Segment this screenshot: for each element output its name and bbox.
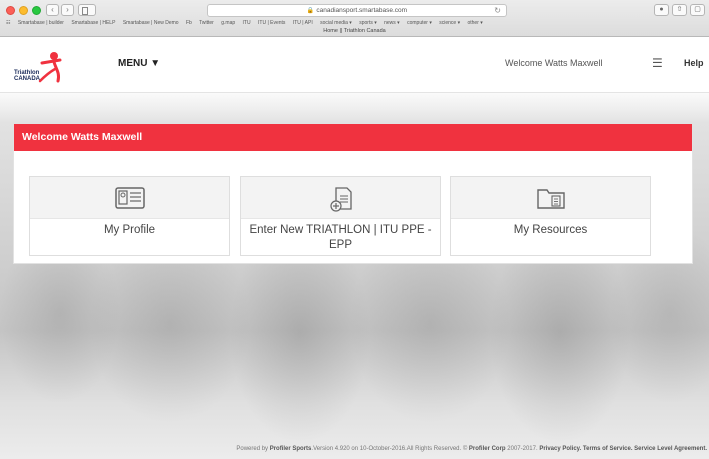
bookmark-item[interactable]: ITU | API xyxy=(293,20,313,26)
window-controls xyxy=(6,6,41,15)
tabs-overview-icon[interactable]: ▢ xyxy=(690,4,705,16)
terms-of-service-link[interactable]: Terms of Service. xyxy=(583,446,633,452)
footer-corp-link[interactable]: Profiler Corp xyxy=(469,446,506,452)
minimize-window-button[interactable] xyxy=(19,6,28,15)
logo-wordmark: Triathlon CANADA xyxy=(14,70,40,82)
extension-icon[interactable]: ● xyxy=(654,4,669,16)
zoom-window-button[interactable] xyxy=(32,6,41,15)
browser-actions: ● ⇧ ▢ xyxy=(654,4,705,16)
footer-prefix: Powered by xyxy=(236,446,269,452)
help-link[interactable]: Help xyxy=(684,58,704,68)
footer-years: 2007-2017. xyxy=(507,446,538,452)
new-document-icon xyxy=(329,187,352,212)
bookmark-item[interactable]: Smartabase | HELP xyxy=(71,20,115,26)
hamburger-menu-icon[interactable]: ☰ xyxy=(652,56,663,70)
enter-new-ppe-tile[interactable]: Enter New TRIATHLON | ITU PPE - EPP xyxy=(240,176,441,256)
bookmark-item[interactable]: Smartabase | New Demo xyxy=(123,20,179,26)
welcome-panel-title: Welcome Watts Maxwell xyxy=(14,124,692,151)
bookmark-item[interactable]: social media ▾ xyxy=(320,20,352,26)
profile-card-icon xyxy=(114,187,145,209)
reload-icon[interactable]: ↻ xyxy=(494,5,501,16)
bookmark-item[interactable]: news ▾ xyxy=(384,20,400,26)
menu-button[interactable]: MENU ▼ xyxy=(118,58,160,69)
forward-button[interactable]: › xyxy=(61,4,74,16)
service-level-agreement-link[interactable]: Service Level Agreement. xyxy=(634,446,707,452)
bookmark-item[interactable]: computer ▾ xyxy=(407,20,432,26)
tile-icon-area xyxy=(451,177,650,219)
bookmark-item[interactable]: other ▾ xyxy=(467,20,482,26)
bookmark-item[interactable]: Fb xyxy=(186,20,192,26)
bookmark-item[interactable]: g.map xyxy=(221,20,235,26)
my-resources-tile[interactable]: My Resources xyxy=(450,176,651,256)
back-button[interactable]: ‹ xyxy=(46,4,59,16)
share-icon[interactable]: ⇧ xyxy=(672,4,687,16)
bookmark-item[interactable]: Smartabase | builder xyxy=(18,20,64,26)
app-header: Triathlon CANADA MENU ▼ Welcome Watts Ma… xyxy=(0,37,709,93)
bookmarks-bar: ☷ Smartabase | builder Smartabase | HELP… xyxy=(6,20,703,28)
bookmark-item[interactable]: ITU | Events xyxy=(258,20,285,26)
tile-icon-area xyxy=(30,177,229,219)
bookmark-item[interactable]: science ▾ xyxy=(439,20,460,26)
logo-line-2: CANADA xyxy=(14,76,40,82)
bookmarks-icon[interactable]: ☷ xyxy=(6,20,10,26)
history-buttons: ‹ › xyxy=(46,4,74,16)
bookmark-item[interactable]: Twitter xyxy=(199,20,214,26)
tile-icon-area xyxy=(241,177,440,219)
tile-label: My Profile xyxy=(103,224,156,236)
browser-toolbar: ‹ › 🔒 canadiansport.smartabase.com ↻ ● ⇧ … xyxy=(0,0,709,37)
footer-brand-link[interactable]: Profiler Sports xyxy=(270,446,312,452)
my-profile-tile[interactable]: My Profile xyxy=(29,176,230,256)
sidebar-toggle-button[interactable] xyxy=(78,4,96,16)
tile-label: Enter New TRIATHLON | ITU PPE - EPP xyxy=(249,224,432,251)
tab-title[interactable]: Home || Triathlon Canada xyxy=(0,28,709,37)
page-footer: Powered by Profiler Sports.Version 4.920… xyxy=(0,446,709,452)
address-bar[interactable]: 🔒 canadiansport.smartabase.com ↻ xyxy=(207,4,507,17)
privacy-policy-link[interactable]: Privacy Policy. xyxy=(539,446,581,452)
close-window-button[interactable] xyxy=(6,6,15,15)
triathlon-canada-logo[interactable]: Triathlon CANADA xyxy=(14,51,76,87)
background-fade xyxy=(0,93,709,123)
folder-icon xyxy=(536,189,565,209)
tile-label: My Resources xyxy=(513,224,588,236)
welcome-panel: Welcome Watts Maxwell My Profile Enter N… xyxy=(13,123,693,264)
address-bar-url: canadiansport.smartabase.com xyxy=(316,7,408,14)
footer-version: .Version 4.920 on 10-October-2016.All Ri… xyxy=(311,446,468,452)
bookmark-item[interactable]: sports ▾ xyxy=(359,20,377,26)
lock-icon: 🔒 xyxy=(306,8,315,14)
header-welcome-text: Welcome Watts Maxwell xyxy=(505,58,603,68)
bookmark-item[interactable]: ITU xyxy=(243,20,251,26)
